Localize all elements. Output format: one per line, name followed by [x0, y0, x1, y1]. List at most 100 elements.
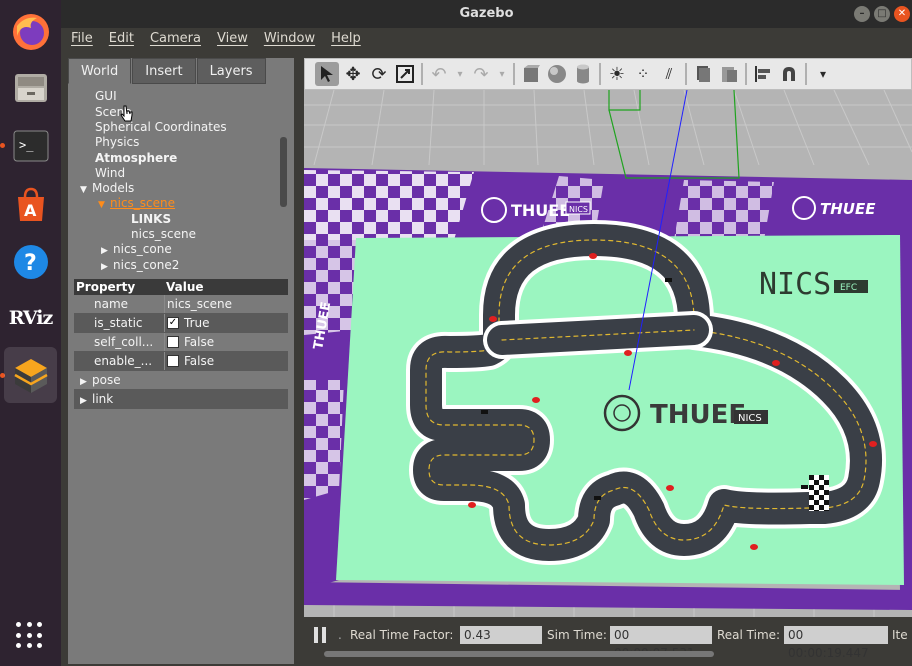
- toolbar-overflow-button[interactable]: ▾: [811, 62, 835, 86]
- tab-insert[interactable]: Insert: [132, 58, 196, 84]
- checkered-flag-wall-left: [304, 240, 359, 335]
- firefox-launcher[interactable]: [4, 4, 57, 60]
- self-collide-checkbox[interactable]: [167, 336, 179, 348]
- tree-scrollbar[interactable]: [280, 137, 287, 207]
- tree-item-label: nics_cone2: [113, 258, 180, 272]
- insert-box-button[interactable]: [519, 62, 543, 86]
- rviz-launcher[interactable]: RViz: [4, 290, 57, 346]
- tab-layers[interactable]: Layers: [196, 58, 266, 84]
- menu-file[interactable]: File: [71, 28, 93, 52]
- tree-item-nics-scene-link[interactable]: nics_scene: [131, 226, 196, 242]
- window-titlebar[interactable]: Gazebo – □ ✕: [61, 0, 912, 28]
- translate-mode-button[interactable]: ✥: [341, 62, 365, 86]
- directional-light-button[interactable]: ⫽: [657, 62, 681, 86]
- firefox-icon: [12, 14, 49, 50]
- scale-mode-button[interactable]: [393, 62, 417, 86]
- redo-button[interactable]: ↷: [469, 62, 493, 86]
- gazebo-launcher[interactable]: [4, 347, 57, 403]
- expand-arrow-icon[interactable]: ▶: [101, 259, 113, 275]
- paste-button[interactable]: [717, 62, 741, 86]
- group-label: pose: [92, 373, 121, 387]
- scene-canvas[interactable]: THUEE NICS THUEE THUEE THUEE NICS NICS E…: [304, 90, 912, 617]
- svg-text:>_: >_: [19, 138, 34, 152]
- status-bar: . Real Time Factor: 0.43 Sim Time: 00 00…: [304, 617, 912, 666]
- cylinder-icon: [577, 64, 589, 84]
- enable-wind-checkbox[interactable]: [167, 355, 179, 367]
- dock: >_ A ? RViz: [0, 0, 61, 666]
- chevron-down-icon: ▾: [499, 68, 505, 80]
- rotate-mode-button[interactable]: ⟳: [367, 62, 391, 86]
- menu-view[interactable]: View: [217, 28, 248, 52]
- insert-sphere-button[interactable]: [545, 62, 569, 86]
- menu-help[interactable]: Help: [331, 28, 361, 52]
- move-icon: ✥: [345, 63, 361, 85]
- maximize-button[interactable]: □: [874, 6, 890, 22]
- property-value-text: False: [184, 334, 215, 349]
- value-header: Value: [166, 280, 204, 294]
- help-launcher[interactable]: ?: [4, 234, 57, 290]
- tree-item-physics[interactable]: Physics: [95, 134, 139, 150]
- tree-item-gui[interactable]: GUI: [95, 88, 117, 104]
- select-mode-button[interactable]: [315, 62, 339, 86]
- expand-arrow-icon[interactable]: ▼: [98, 197, 110, 213]
- scale-icon: [396, 65, 414, 83]
- menu-edit[interactable]: Edit: [109, 28, 134, 52]
- status-horizontal-scrollbar[interactable]: [324, 651, 714, 657]
- tree-item-label: nics_cone: [113, 242, 172, 256]
- window-title: Gazebo: [459, 6, 514, 21]
- left-panel: World Insert Layers GUI Scene Spherical …: [68, 58, 294, 664]
- tree-item-spherical-coordinates[interactable]: Spherical Coordinates: [95, 119, 227, 135]
- menu-camera[interactable]: Camera: [150, 28, 201, 52]
- insert-cylinder-button[interactable]: [571, 62, 595, 86]
- magnet-icon: [783, 67, 795, 81]
- property-key: is_static: [94, 316, 143, 330]
- files-launcher[interactable]: [4, 60, 57, 116]
- point-light-button[interactable]: ☀: [605, 62, 629, 86]
- tree-item-models[interactable]: ▼ Models: [80, 180, 134, 196]
- copy-button[interactable]: [691, 62, 715, 86]
- undo-button[interactable]: ↶: [427, 62, 451, 86]
- undo-history-dropdown[interactable]: ▾: [453, 62, 467, 86]
- close-button[interactable]: ✕: [894, 6, 910, 22]
- is-static-checkbox[interactable]: ✓: [167, 317, 179, 329]
- property-table-header: Property Value: [74, 279, 288, 295]
- property-group-link[interactable]: ▶ link: [74, 390, 288, 409]
- arrow-cursor-icon: [321, 66, 333, 82]
- scene-viewport[interactable]: THUEE NICS THUEE THUEE THUEE NICS NICS E…: [304, 90, 912, 617]
- redo-history-dropdown[interactable]: ▾: [495, 62, 509, 86]
- show-apps-button[interactable]: [16, 622, 44, 650]
- menu-window[interactable]: Window: [264, 28, 315, 52]
- software-launcher[interactable]: A: [4, 176, 57, 232]
- center-brand-text: THUEE: [650, 400, 746, 430]
- tree-item-nics-cone2[interactable]: ▶ nics_cone2: [101, 257, 179, 273]
- paste-icon: [722, 67, 737, 82]
- gazebo-icon: [13, 359, 48, 393]
- tab-world[interactable]: World: [68, 58, 132, 84]
- minimize-button[interactable]: –: [854, 6, 870, 22]
- tree-item-label: nics_scene: [110, 196, 176, 210]
- snap-button[interactable]: [777, 62, 801, 86]
- tree-item-wind[interactable]: Wind: [95, 165, 125, 181]
- spot-light-button[interactable]: ⁘: [631, 62, 655, 86]
- tree-item-atmosphere[interactable]: Atmosphere: [95, 150, 177, 166]
- pause-button[interactable]: [314, 627, 328, 643]
- files-icon: [14, 74, 47, 102]
- sim-time-value: 00 00:00:07.531: [610, 626, 712, 660]
- property-row-is-static: is_static ✓ True: [74, 314, 288, 333]
- expand-arrow-icon[interactable]: ▶: [80, 392, 92, 411]
- banner-brand-text: THUEE: [511, 201, 570, 220]
- tree-item-links[interactable]: LINKS: [131, 211, 171, 227]
- pause-icon: [314, 627, 318, 643]
- tree-item-nics-cone[interactable]: ▶ nics_cone: [101, 241, 172, 257]
- tree-item-nics-scene[interactable]: ▼ nics_scene: [98, 195, 175, 211]
- checkered-flag-right: [674, 180, 774, 240]
- iterations-label: Ite: [892, 628, 908, 642]
- align-button[interactable]: [751, 62, 775, 86]
- property-key: enable_...: [94, 354, 153, 368]
- terminal-launcher[interactable]: >_: [4, 118, 57, 174]
- property-header: Property: [76, 280, 136, 294]
- expand-arrow-icon[interactable]: ▼: [80, 182, 92, 198]
- sun-icon: ☀: [608, 63, 626, 85]
- property-value[interactable]: nics_scene: [164, 295, 288, 313]
- property-group-pose[interactable]: ▶ pose: [74, 371, 288, 390]
